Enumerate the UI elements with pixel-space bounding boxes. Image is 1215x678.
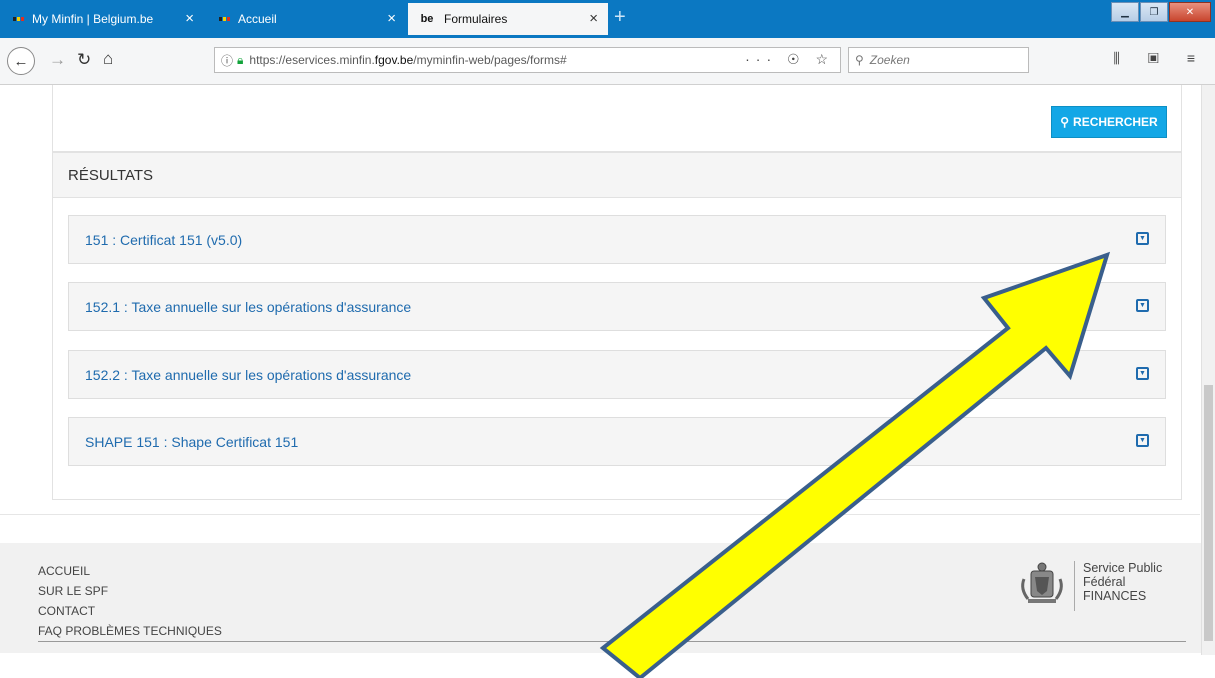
- reload-button[interactable]: ↻: [77, 50, 91, 70]
- divider: [0, 514, 1200, 515]
- search-button[interactable]: ⚲ RECHERCHER: [1051, 106, 1167, 138]
- search-input[interactable]: ⚲ Zoeken: [848, 47, 1029, 73]
- close-icon[interactable]: ×: [185, 10, 194, 27]
- address-bar[interactable]: ⓘ 🔒︎ https://eservices.minfin.fgov.be/my…: [214, 47, 841, 73]
- scrollbar[interactable]: [1201, 85, 1215, 655]
- org-line: Fédéral: [1083, 575, 1126, 589]
- lock-icon: 🔒︎: [237, 52, 244, 67]
- footer-link-contact[interactable]: CONTACT: [38, 601, 222, 621]
- search-placeholder: Zoeken: [869, 53, 910, 67]
- result-item[interactable]: SHAPE 151 : Shape Certificat 151 ▼: [68, 417, 1166, 466]
- result-label[interactable]: 151 : Certificat 151 (v5.0): [85, 232, 242, 248]
- search-icon: ⚲: [1060, 115, 1070, 129]
- result-label[interactable]: 152.2 : Taxe annuelle sur les opérations…: [85, 367, 411, 383]
- navigation-toolbar: ← → ↻ ⌂ ⓘ 🔒︎ https://eservices.minfin.fg…: [0, 38, 1215, 85]
- close-window-icon[interactable]: ✕: [1169, 2, 1211, 22]
- close-icon[interactable]: ×: [387, 10, 396, 27]
- footer-link-faq[interactable]: FAQ PROBLÈMES TECHNIQUES: [38, 621, 222, 641]
- expand-icon[interactable]: ▼: [1136, 299, 1149, 312]
- result-item[interactable]: 151 : Certificat 151 (v5.0) ▼: [68, 215, 1166, 264]
- search-button-label: RECHERCHER: [1073, 115, 1158, 129]
- footer: ACCUEIL SUR LE SPF CONTACT FAQ PROBLÈMES…: [0, 543, 1201, 653]
- minimize-icon[interactable]: ▁: [1111, 2, 1139, 22]
- tab-formulaires[interactable]: be Formulaires ×: [408, 3, 608, 35]
- home-button[interactable]: ⌂: [103, 49, 113, 69]
- footer-link-accueil[interactable]: ACCUEIL: [38, 561, 222, 581]
- expand-icon[interactable]: ▼: [1136, 232, 1149, 245]
- be-flag-icon: [12, 13, 26, 25]
- coat-of-arms-logo: [1016, 559, 1068, 611]
- tab-label: Accueil: [238, 12, 277, 26]
- results-heading: RÉSULTATS: [53, 153, 1181, 198]
- maximize-icon[interactable]: ❐: [1140, 2, 1168, 22]
- forward-button[interactable]: →: [49, 50, 66, 70]
- search-icon: ⚲: [855, 53, 864, 67]
- tab-label: My Minfin | Belgium.be: [32, 12, 154, 26]
- be-logo-icon: be: [420, 13, 434, 25]
- tab-label: Formulaires: [444, 12, 508, 26]
- result-item[interactable]: 152.1 : Taxe annuelle sur les opérations…: [68, 282, 1166, 331]
- footer-links: ACCUEIL SUR LE SPF CONTACT FAQ PROBLÈMES…: [38, 561, 222, 641]
- close-icon[interactable]: ×: [589, 10, 598, 27]
- url-prefix: https://eservices.minfin.: [249, 53, 375, 67]
- url-domain: fgov.be: [374, 53, 414, 67]
- window-controls: ▁ ❐ ✕: [1110, 2, 1211, 22]
- scrollbar-thumb[interactable]: [1204, 385, 1213, 641]
- browser-tab-strip: My Minfin | Belgium.be × Accueil × be Fo…: [0, 0, 1215, 38]
- footer-link-sur-le-spf[interactable]: SUR LE SPF: [38, 581, 222, 601]
- tab-accueil[interactable]: Accueil ×: [210, 3, 406, 35]
- new-tab-button[interactable]: +: [614, 6, 626, 29]
- be-flag-icon: [218, 13, 232, 25]
- back-button[interactable]: ←: [7, 47, 35, 75]
- footer-divider: [38, 641, 1186, 642]
- org-name: Service Public Fédéral FINANCES: [1074, 561, 1162, 611]
- expand-icon[interactable]: ▼: [1136, 434, 1149, 447]
- results-panel: RÉSULTATS 151 : Certificat 151 (v5.0) ▼ …: [52, 152, 1182, 500]
- url-path: /myminfin-web/pages/forms#: [413, 53, 567, 67]
- org-line: FINANCES: [1083, 589, 1147, 603]
- browser-tools[interactable]: ⫼ ▣ ≡: [1113, 50, 1207, 67]
- page-actions[interactable]: ··· ☉ ☆: [745, 51, 834, 68]
- tab-my-minfin[interactable]: My Minfin | Belgium.be ×: [4, 3, 204, 35]
- search-panel: ⚲ RECHERCHER: [52, 85, 1182, 152]
- url-text: https://eservices.minfin.fgov.be/myminfi…: [249, 53, 566, 67]
- org-line: Service Public: [1083, 561, 1163, 575]
- expand-icon[interactable]: ▼: [1136, 367, 1149, 380]
- result-item[interactable]: 152.2 : Taxe annuelle sur les opérations…: [68, 350, 1166, 399]
- result-label[interactable]: 152.1 : Taxe annuelle sur les opérations…: [85, 299, 411, 315]
- result-label[interactable]: SHAPE 151 : Shape Certificat 151: [85, 434, 298, 450]
- info-icon[interactable]: ⓘ: [221, 52, 233, 69]
